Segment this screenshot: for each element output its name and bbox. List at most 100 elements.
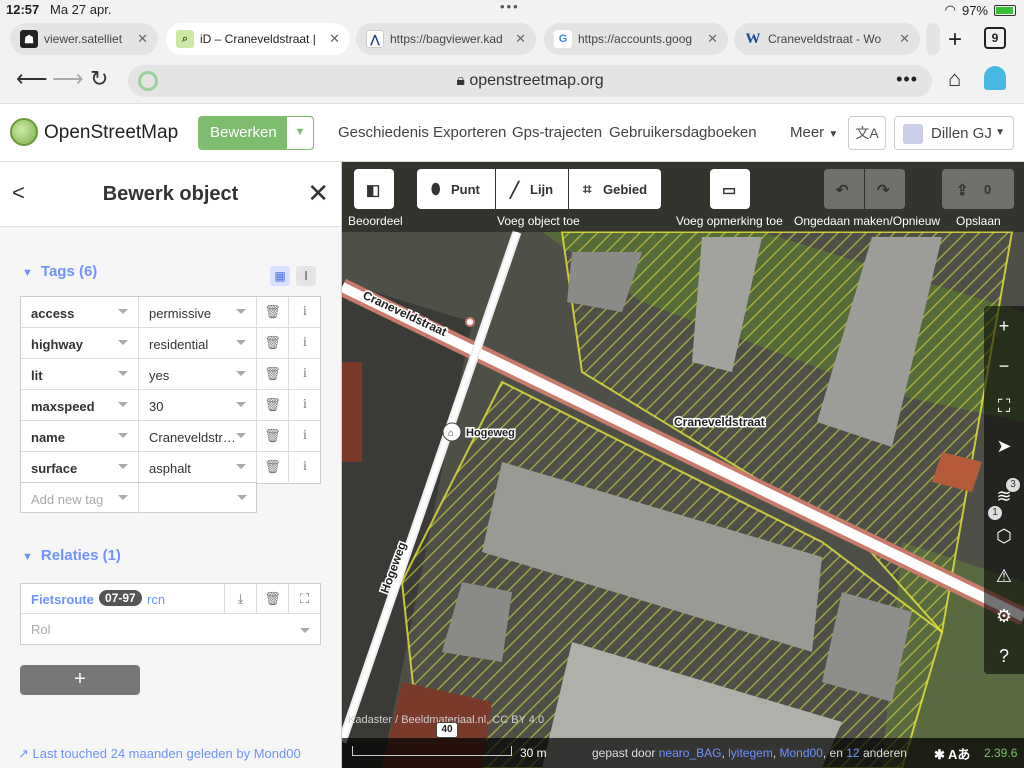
tab-google[interactable]: G https://accounts.goog ✕: [544, 23, 728, 55]
tag-key-field[interactable]: lit: [21, 359, 139, 389]
tab-wikipedia[interactable]: W Craneveldstraat - Wo ✕: [734, 23, 920, 55]
undo-button[interactable]: ↶: [824, 169, 864, 209]
tag-key-field[interactable]: access: [21, 297, 139, 327]
trash-icon[interactable]: 🗑︎: [257, 328, 289, 358]
close-tab-icon[interactable]: ✕: [707, 31, 718, 47]
accessibility-icon[interactable]: Aあ: [948, 747, 970, 762]
zoom-in-icon[interactable]: +: [984, 316, 1024, 337]
more-menu[interactable]: Meer ▼: [790, 124, 838, 141]
trash-icon[interactable]: 🗑︎: [257, 390, 289, 420]
tab-overflow[interactable]: [926, 23, 940, 55]
redo-button[interactable]: ↷: [865, 169, 905, 209]
contributor-link[interactable]: nearo_BAG: [659, 746, 722, 760]
reload-icon[interactable]: ↻: [90, 66, 108, 92]
multitask-dots-icon[interactable]: •••: [500, 0, 520, 14]
text-view-icon[interactable]: Ⅰ: [296, 266, 316, 286]
nav-gebruikersdagboeken[interactable]: Gebruikersdagboeken: [609, 124, 757, 141]
contributor-link[interactable]: Mond00: [779, 746, 822, 760]
tag-value-field[interactable]: yes: [139, 359, 257, 389]
user-menu[interactable]: Dillen GJ ▼: [894, 116, 1014, 150]
tag-value-field[interactable]: asphalt: [139, 452, 257, 482]
edit-dropdown-icon[interactable]: ▼: [286, 116, 314, 150]
tab-id-editor[interactable]: ⌕ iD – Craneveldstraat | ✕: [166, 23, 350, 55]
last-touched-link[interactable]: ↗ Last touched 24 maanden geleden by Mon…: [18, 746, 301, 762]
tag-key-field[interactable]: maxspeed: [21, 390, 139, 420]
save-button[interactable]: ⇪ 0: [942, 169, 1014, 209]
role-input[interactable]: Rol: [31, 622, 51, 637]
version-link[interactable]: 2.39.6: [984, 746, 1017, 760]
tag-key-field[interactable]: surface: [21, 452, 139, 482]
more-icon[interactable]: •••: [896, 69, 918, 90]
close-icon[interactable]: ✕: [307, 178, 329, 209]
combo-caret-icon: [236, 340, 246, 345]
add-area-button[interactable]: ⌗ Gebied: [569, 169, 661, 209]
close-tab-icon[interactable]: ✕: [515, 31, 526, 47]
language-icon[interactable]: 文A: [848, 116, 886, 150]
tag-value-field[interactable]: permissive: [139, 297, 257, 327]
tab-satelliet[interactable]: ☗ viewer.satelliet ✕: [10, 23, 158, 55]
sidebar-toggle-button[interactable]: ◧: [354, 169, 394, 209]
info-icon[interactable]: i: [289, 328, 321, 358]
tab-bagviewer[interactable]: ⋀ https://bagviewer.kad ✕: [356, 23, 536, 55]
relation-row: Fietsroute 07-97 rcn ⤓ 🗑︎ ⛶: [21, 584, 320, 614]
close-tab-icon[interactable]: ✕: [899, 31, 910, 47]
preferences-icon[interactable]: ⚙: [984, 606, 1024, 627]
contributor-count-link[interactable]: 12: [846, 746, 859, 760]
geolocate-icon[interactable]: ➤: [984, 436, 1024, 457]
add-note-label: Voeg opmerking toe: [676, 214, 783, 228]
tag-key-field[interactable]: name: [21, 421, 139, 451]
trash-icon[interactable]: 🗑︎: [256, 584, 288, 614]
edit-button[interactable]: Bewerken ▼: [198, 116, 314, 150]
info-icon[interactable]: i: [289, 297, 321, 327]
nav-geschiedenis[interactable]: Geschiedenis: [338, 124, 429, 141]
trash-icon[interactable]: 🗑︎: [257, 452, 289, 482]
osm-logo-icon[interactable]: [10, 118, 38, 146]
tag-value-field[interactable]: Craneveldstr…: [139, 421, 257, 451]
nav-gps-trajecten[interactable]: Gps-trajecten: [512, 124, 602, 141]
add-line-button[interactable]: ╱ Lijn: [496, 169, 568, 209]
home-icon[interactable]: ⌂: [948, 66, 961, 92]
address-bar[interactable]: 🔒︎ openstreetmap.org •••: [128, 65, 932, 97]
zoom-out-icon[interactable]: −: [984, 356, 1024, 377]
add-relation-button[interactable]: +: [20, 665, 140, 695]
info-icon[interactable]: i: [289, 421, 321, 451]
contributor-link[interactable]: lyitegem: [728, 746, 773, 760]
tag-value-field[interactable]: 30: [139, 390, 257, 420]
forward-icon[interactable]: ⟶: [52, 66, 84, 92]
new-tab-icon[interactable]: +: [948, 26, 962, 54]
list-view-icon[interactable]: ▦: [270, 266, 290, 286]
bug-icon[interactable]: ✱: [934, 747, 945, 762]
trash-icon[interactable]: 🗑︎: [257, 421, 289, 451]
site-title[interactable]: OpenStreetMap: [44, 122, 178, 144]
url-text[interactable]: 🔒︎ openstreetmap.org: [128, 72, 932, 90]
zoom-to-selection-icon[interactable]: ⛶: [984, 396, 1024, 417]
add-note-button[interactable]: ▭: [710, 169, 750, 209]
tag-key-field[interactable]: highway: [21, 328, 139, 358]
info-icon[interactable]: i: [289, 390, 321, 420]
new-tag-value-input[interactable]: [139, 483, 257, 513]
tag-value-field[interactable]: residential: [139, 328, 257, 358]
add-point-button[interactable]: ⬮ Punt: [417, 169, 495, 209]
close-tab-icon[interactable]: ✕: [137, 31, 148, 47]
nav-exporteren[interactable]: Exporteren: [433, 124, 506, 141]
trash-icon[interactable]: 🗑︎: [257, 359, 289, 389]
save-count: 0: [984, 182, 992, 197]
close-tab-icon[interactable]: ✕: [329, 31, 340, 47]
issues-icon[interactable]: ⚠: [984, 566, 1024, 587]
info-icon[interactable]: i: [289, 452, 321, 482]
relations-section-toggle[interactable]: ▼ Relaties (1): [22, 547, 121, 564]
help-icon[interactable]: ?: [984, 646, 1024, 667]
download-icon[interactable]: ⤓: [224, 584, 256, 614]
map-data-icon[interactable]: ⬡: [984, 526, 1024, 547]
edit-label: Bewerken: [210, 124, 277, 141]
relation-name[interactable]: Fietsroute: [31, 592, 94, 607]
info-icon[interactable]: i: [289, 359, 321, 389]
ghostery-icon[interactable]: [984, 66, 1006, 90]
back-icon[interactable]: ⟵: [16, 66, 48, 92]
trash-icon[interactable]: 🗑︎: [257, 297, 289, 327]
new-tag-key-input[interactable]: Add new tag: [21, 483, 139, 513]
zoom-to-icon[interactable]: ⛶: [288, 584, 320, 614]
map-canvas[interactable]: ⌂ Craneveldstraat Craneveldstraat Hogewe…: [342, 162, 1024, 768]
tags-section-toggle[interactable]: ▼ Tags (6): [22, 263, 97, 280]
tab-count[interactable]: 9: [984, 27, 1006, 49]
